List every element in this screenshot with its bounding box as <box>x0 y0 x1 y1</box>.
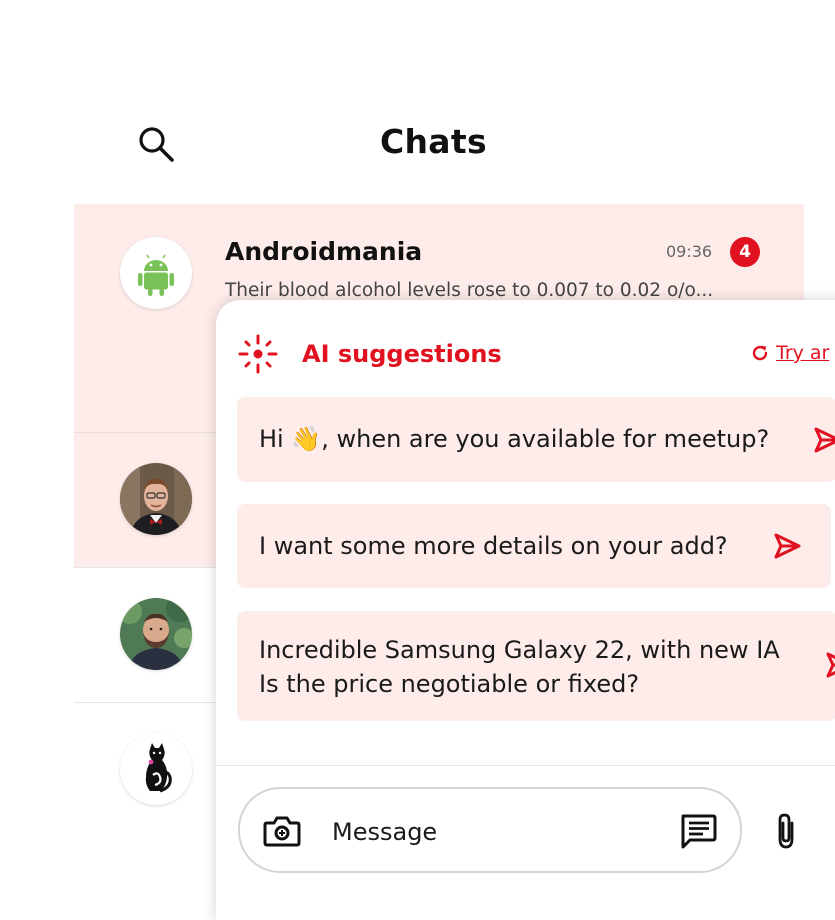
avatar <box>120 733 192 805</box>
android-logo-icon <box>120 237 192 309</box>
suggestion-item[interactable]: Incredible Samsung Galaxy 22, with new I… <box>237 611 835 721</box>
ai-suggestions-button[interactable] <box>676 809 720 853</box>
suggestion-line: Incredible Samsung Galaxy 22, with new I… <box>259 636 780 664</box>
man-with-bowtie-photo <box>120 463 192 535</box>
chat-preview: Their blood alcohol levels rose to 0.007… <box>225 280 714 301</box>
avatar <box>120 237 192 309</box>
paperclip-icon <box>778 813 794 849</box>
suggestion-line: Is the price negotiable or fixed? <box>259 670 640 698</box>
attach-button[interactable] <box>764 808 808 854</box>
try-again-label: Try ar <box>776 342 830 364</box>
camera-icon <box>263 816 301 847</box>
message-composer <box>238 787 742 873</box>
ai-suggestions-sheet: AI suggestions Try ar Hi 👋, when are you… <box>216 300 835 920</box>
send-icon[interactable] <box>821 647 835 683</box>
refresh-icon <box>752 345 768 361</box>
ai-suggestions-header: AI suggestions <box>238 334 502 374</box>
page-title: Chats <box>380 122 487 161</box>
camera-button[interactable] <box>260 809 304 853</box>
send-icon[interactable] <box>809 422 835 458</box>
chat-name: Androidmania <box>225 237 423 266</box>
avatar <box>120 463 192 535</box>
unread-badge: 4 <box>730 237 760 267</box>
sparkle-icon <box>238 334 278 374</box>
suggestion-text: Hi 👋, when are you available for meetup? <box>259 425 770 453</box>
ai-suggestions-title: AI suggestions <box>302 340 502 368</box>
suggestion-text: I want some more details on your add? <box>259 532 728 560</box>
search-button[interactable] <box>136 124 176 164</box>
chat-time: 09:36 <box>666 242 713 261</box>
suggestion-item[interactable]: I want some more details on your add? <box>237 504 831 588</box>
avatar <box>120 598 192 670</box>
send-icon[interactable] <box>769 528 805 564</box>
try-again-button[interactable]: Try ar <box>750 342 829 364</box>
divider <box>216 765 835 766</box>
suggestion-text: Incredible Samsung Galaxy 22, with new I… <box>259 633 780 701</box>
search-icon <box>139 127 174 162</box>
bearded-man-photo <box>120 598 192 670</box>
chat-text-icon <box>681 814 717 849</box>
black-cat-logo <box>120 733 192 805</box>
message-input[interactable] <box>330 811 664 853</box>
suggestion-item[interactable]: Hi 👋, when are you available for meetup? <box>237 397 835 482</box>
